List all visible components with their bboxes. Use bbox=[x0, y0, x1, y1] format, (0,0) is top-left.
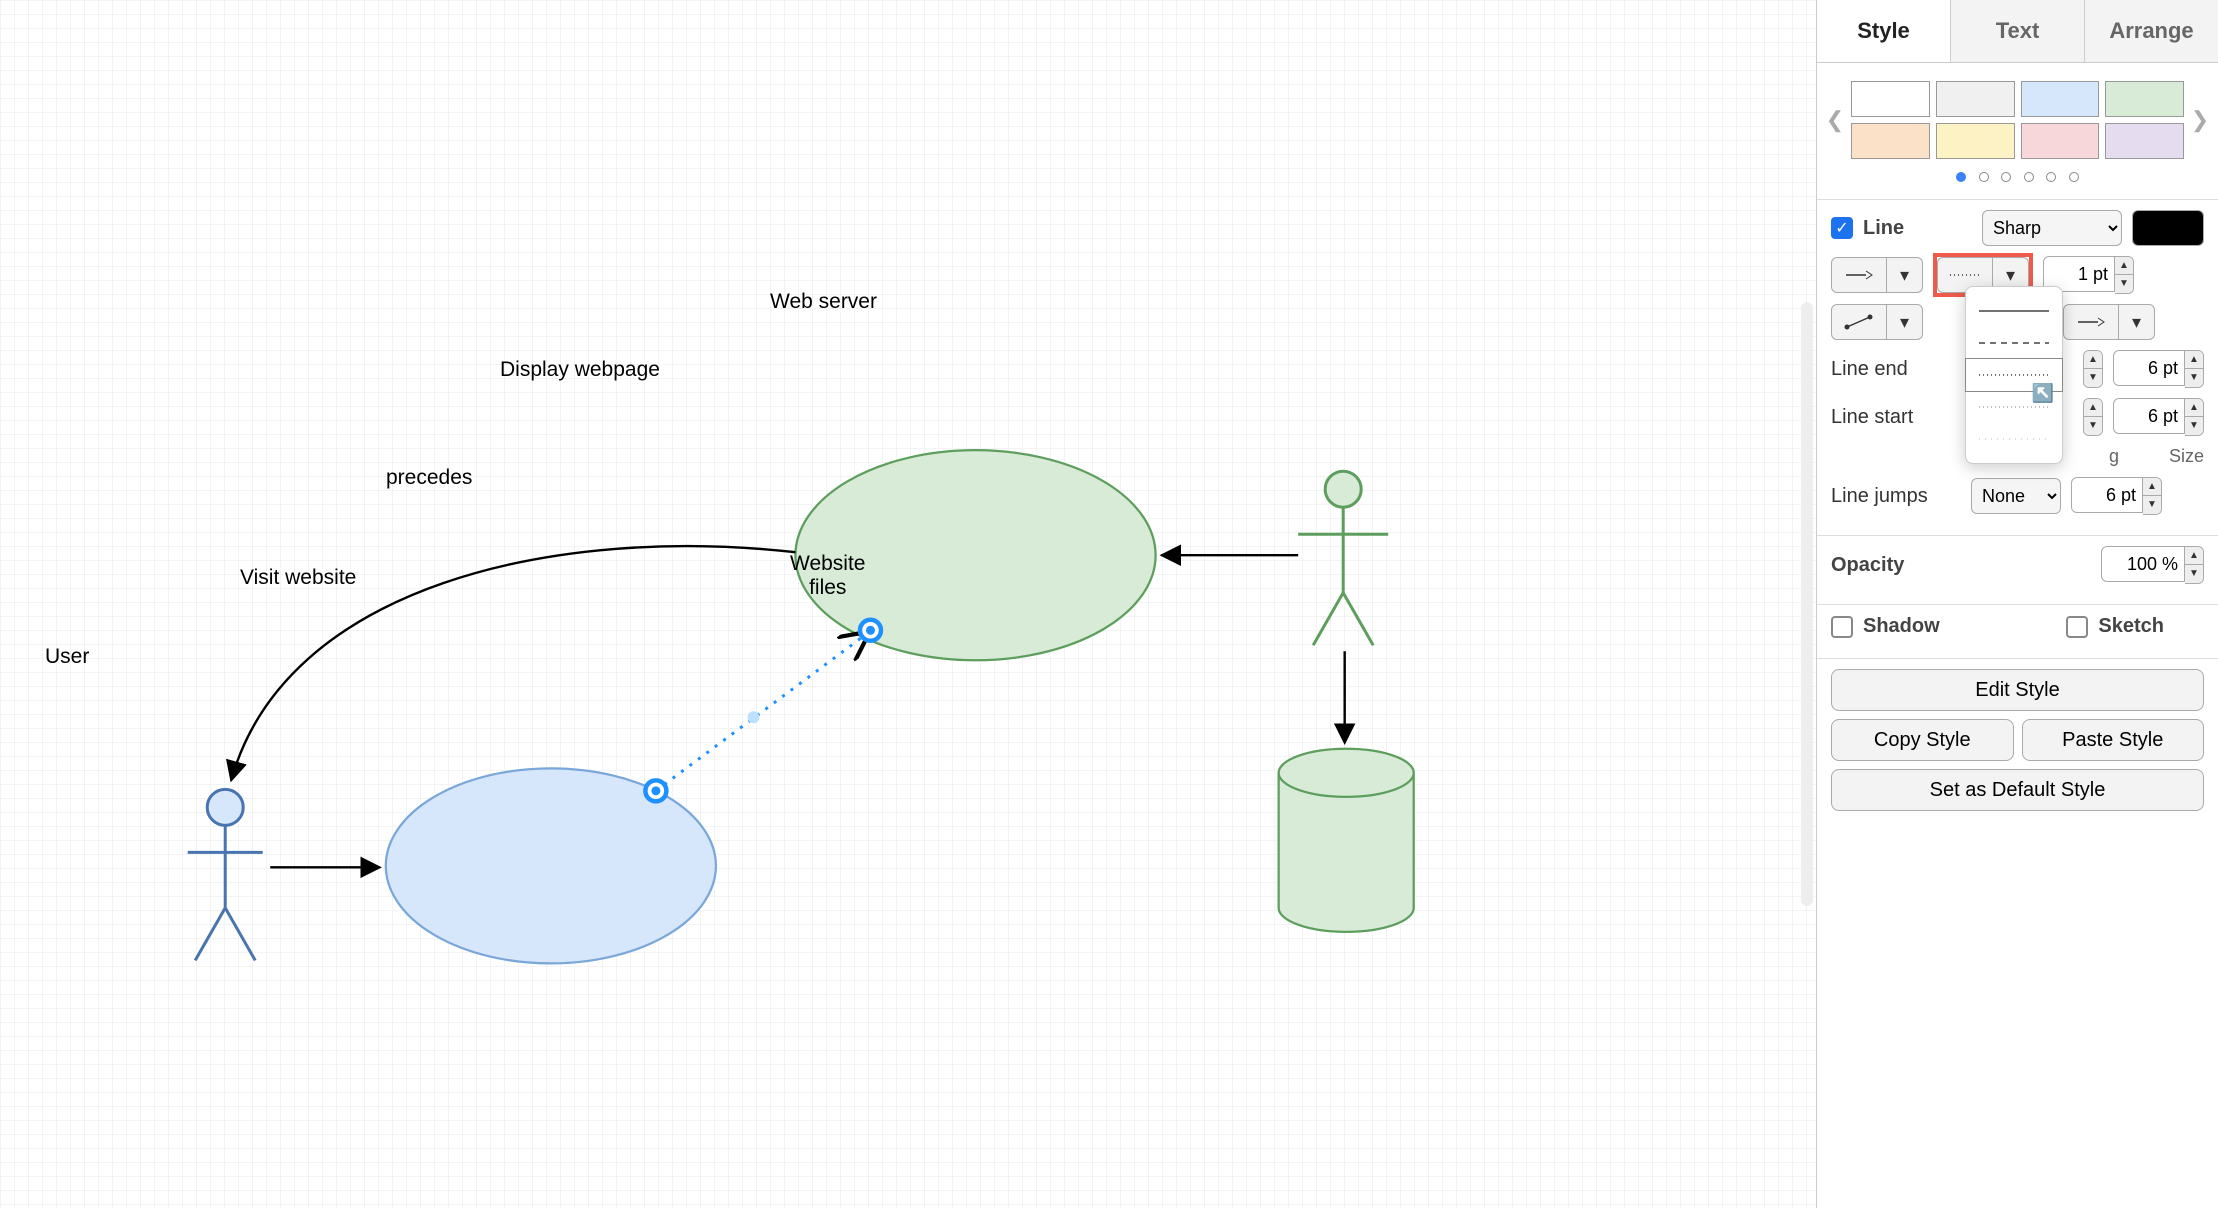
line-jumps-down[interactable]: ▼ bbox=[2143, 496, 2161, 514]
actor-user-label: User bbox=[45, 645, 89, 669]
paste-style-button[interactable]: Paste Style bbox=[2022, 719, 2205, 761]
swatch-green[interactable] bbox=[2105, 81, 2184, 117]
line-width-up[interactable]: ▲ bbox=[2115, 257, 2133, 275]
connection-style-dropdown[interactable]: ▾ bbox=[1831, 257, 1923, 293]
swatch-grey[interactable] bbox=[1936, 81, 2015, 117]
size-col-label: Size bbox=[2169, 446, 2204, 467]
format-panel: Style Text Arrange ❮ ❯ ✓ Line Sharp bbox=[1816, 0, 2218, 1208]
line-end-spacing-up[interactable]: ▲ bbox=[2084, 351, 2102, 369]
line-start-label: Line start bbox=[1831, 406, 1961, 429]
edit-style-button[interactable]: Edit Style bbox=[1831, 669, 2204, 711]
swatch-dot-3[interactable] bbox=[2001, 172, 2011, 182]
line-style-select[interactable]: Sharp bbox=[1982, 210, 2122, 246]
line-start-size-input[interactable] bbox=[2113, 398, 2185, 434]
canvas-scrollbar[interactable] bbox=[1801, 302, 1813, 906]
line-label: Line bbox=[1863, 217, 1904, 240]
diagram-svg bbox=[0, 0, 1816, 1208]
opacity-up[interactable]: ▲ bbox=[2185, 547, 2203, 565]
line-end-spacing-down[interactable]: ▼ bbox=[2084, 369, 2102, 387]
edge-precedes-label[interactable]: precedes bbox=[386, 466, 472, 490]
diagram-canvas[interactable]: User Web server Visit website Display we… bbox=[0, 0, 1816, 1208]
dash-option-dashed[interactable] bbox=[1966, 327, 2062, 359]
swatch-dot-6[interactable] bbox=[2069, 172, 2079, 182]
datastore-files[interactable] bbox=[1279, 749, 1414, 932]
swatch-dot-4[interactable] bbox=[2024, 172, 2034, 182]
waypoint-style-dropdown[interactable]: ▾ bbox=[1831, 304, 1923, 340]
swatch-prev[interactable]: ❮ bbox=[1825, 107, 1845, 133]
sketch-checkbox[interactable] bbox=[2066, 616, 2088, 638]
cursor-icon: ↖️ bbox=[2032, 383, 2054, 404]
swatch-red[interactable] bbox=[2021, 123, 2100, 159]
line-jumps-size-input[interactable] bbox=[2071, 477, 2143, 513]
line-start-spacing-down[interactable]: ▼ bbox=[2084, 417, 2102, 435]
line-end-size-up[interactable]: ▲ bbox=[2185, 351, 2203, 369]
line-start-size-down[interactable]: ▼ bbox=[2185, 417, 2203, 435]
panel-tabs: Style Text Arrange bbox=[1817, 0, 2218, 63]
sketch-label: Sketch bbox=[2098, 615, 2164, 638]
swatch-orange[interactable] bbox=[1851, 123, 1930, 159]
opacity-down[interactable]: ▼ bbox=[2185, 565, 2203, 583]
spacing-col-tail: g bbox=[2109, 446, 2119, 467]
dash-option-solid[interactable] bbox=[1966, 295, 2062, 327]
shadow-label: Shadow bbox=[1863, 615, 1940, 638]
swatch-purple[interactable] bbox=[2105, 123, 2184, 159]
swatch-next[interactable]: ❯ bbox=[2190, 107, 2210, 133]
line-end-size-input[interactable] bbox=[2113, 350, 2185, 386]
swatch-page-dots bbox=[1817, 169, 2218, 199]
line-jumps-label: Line jumps bbox=[1831, 485, 1961, 508]
line-color-button[interactable] bbox=[2132, 210, 2204, 246]
swatch-dot-2[interactable] bbox=[1979, 172, 1989, 182]
edge-precedes-selected[interactable] bbox=[656, 633, 868, 791]
actor-user[interactable] bbox=[188, 789, 263, 960]
swatch-dot-5[interactable] bbox=[2046, 172, 2056, 182]
opacity-label: Opacity bbox=[1831, 554, 1904, 577]
actor-webserver-label: Web server bbox=[770, 290, 877, 314]
tab-arrange[interactable]: Arrange bbox=[2085, 0, 2218, 62]
arrow-end-dropdown[interactable]: ▾ bbox=[2063, 304, 2155, 340]
actor-webserver[interactable] bbox=[1298, 471, 1388, 645]
set-default-style-button[interactable]: Set as Default Style bbox=[1831, 769, 2204, 811]
copy-style-button[interactable]: Copy Style bbox=[1831, 719, 2014, 761]
swatch-yellow[interactable] bbox=[1936, 123, 2015, 159]
line-end-size-down[interactable]: ▼ bbox=[2185, 369, 2203, 387]
line-width-down[interactable]: ▼ bbox=[2115, 275, 2133, 293]
usecase-visit-label: Visit website bbox=[240, 566, 356, 590]
line-start-spacing-up[interactable]: ▲ bbox=[2084, 399, 2102, 417]
line-start-size-up[interactable]: ▲ bbox=[2185, 399, 2203, 417]
swatch-white[interactable] bbox=[1851, 81, 1930, 117]
usecase-display-label: Display webpage bbox=[500, 358, 660, 382]
line-checkbox[interactable]: ✓ bbox=[1831, 217, 1853, 239]
swatch-dot-1[interactable] bbox=[1956, 172, 1966, 182]
shadow-checkbox[interactable] bbox=[1831, 616, 1853, 638]
dash-option-sparse[interactable] bbox=[1966, 423, 2062, 455]
edge-handle-mid[interactable] bbox=[747, 711, 759, 723]
line-dash-popup: ↖️ bbox=[1965, 286, 2063, 464]
swatch-blue[interactable] bbox=[2021, 81, 2100, 117]
tab-style[interactable]: Style bbox=[1817, 0, 1951, 62]
swatch-grid bbox=[1851, 81, 2184, 159]
tab-text[interactable]: Text bbox=[1951, 0, 2085, 62]
opacity-input[interactable] bbox=[2101, 546, 2185, 582]
line-jumps-up[interactable]: ▲ bbox=[2143, 478, 2161, 496]
datastore-files-label: Website files bbox=[790, 552, 865, 600]
line-jumps-select[interactable]: None bbox=[1971, 478, 2061, 514]
line-end-label: Line end bbox=[1831, 358, 1961, 381]
